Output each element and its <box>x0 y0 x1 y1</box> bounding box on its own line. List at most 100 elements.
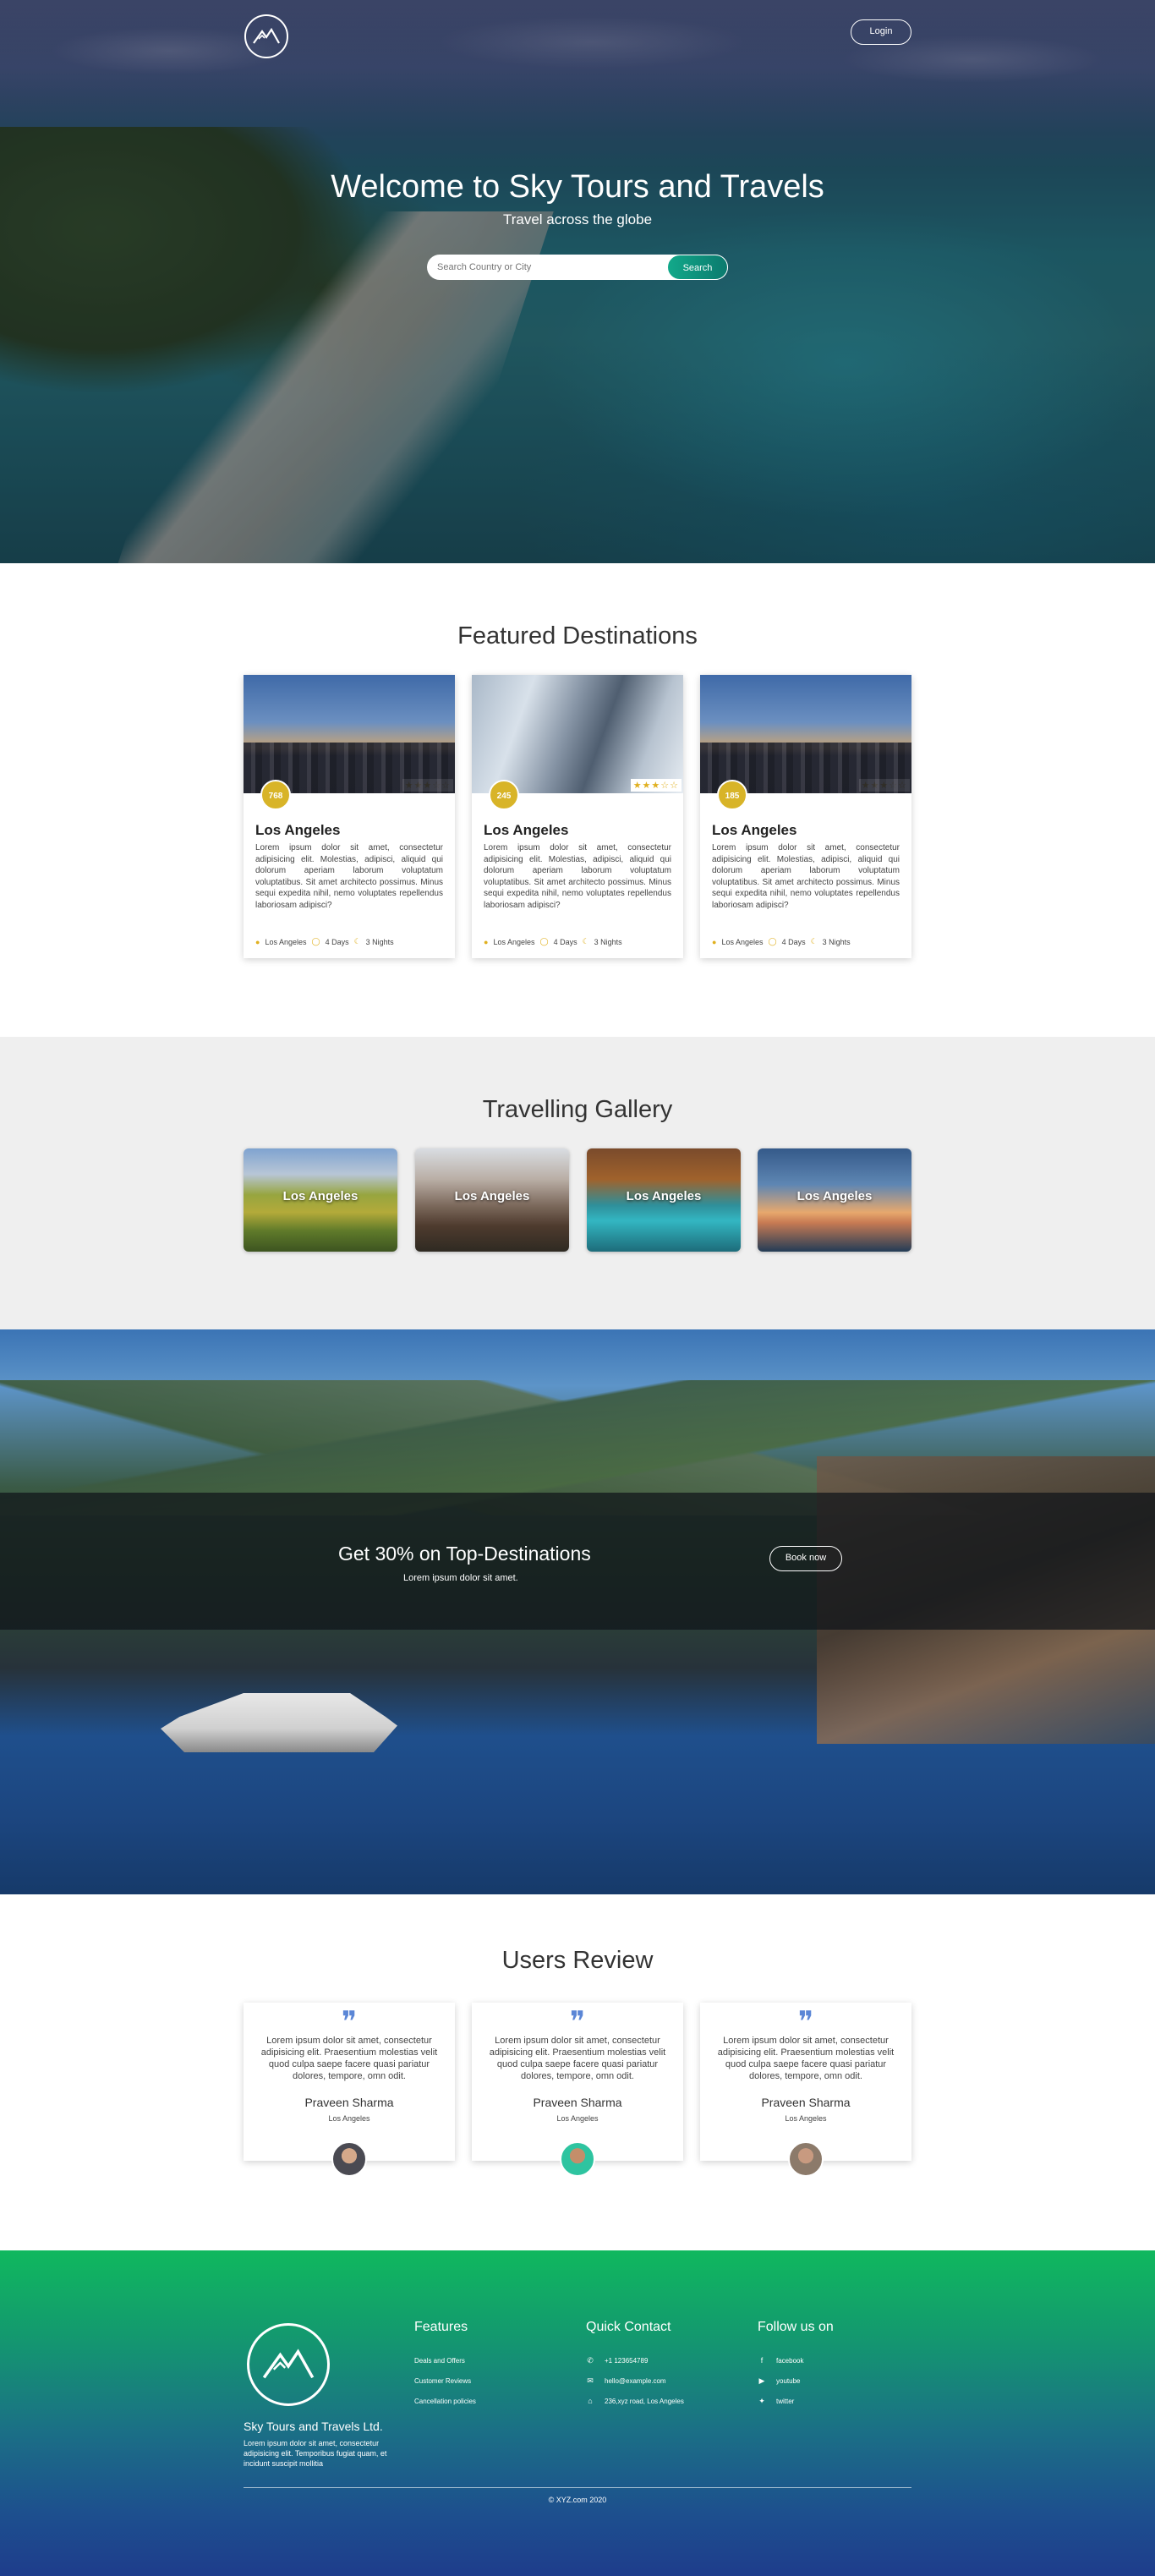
copyright: © XYZ.com 2020 <box>548 2496 607 2504</box>
youtube-icon: ▶ <box>758 2376 765 2385</box>
contact-address: ⌂ 236,xyz road, Los Angeles <box>586 2391 684 2411</box>
search-button[interactable]: Search <box>667 255 728 280</box>
star-rating: ★★★☆☆ <box>858 779 910 792</box>
moon-icon: ☾ <box>582 937 589 945</box>
gallery-item[interactable]: Los Angeles <box>758 1148 911 1252</box>
reviewer-name: Praveen Sharma <box>761 2096 851 2109</box>
avatar <box>560 2141 595 2177</box>
mountain-logo-icon[interactable] <box>247 2323 330 2406</box>
star-rating: ★★★☆☆ <box>402 779 453 792</box>
star-rating: ★★★☆☆ <box>630 779 682 792</box>
price-badge: 768 <box>260 780 291 810</box>
book-now-button[interactable]: Book now <box>769 1546 842 1571</box>
contact-title: Quick Contact <box>586 2320 671 2334</box>
review-card: ❞ Lorem ipsum dolor sit amet, consectetu… <box>472 2003 683 2177</box>
hero-section: Login Welcome to Sky Tours and Travels T… <box>0 0 1155 563</box>
trip-days: 4 Days <box>781 937 806 946</box>
clock-icon: ◯ <box>311 937 320 945</box>
trip-days: 4 Days <box>553 937 578 946</box>
destination-image: ★★★☆☆ <box>244 675 455 793</box>
trip-place: Los Angeles <box>493 937 535 946</box>
footer-divider <box>244 2487 911 2488</box>
reviewer-location: Los Angeles <box>556 2114 599 2123</box>
quote-icon: ❞ <box>797 2005 814 2039</box>
facebook-text: facebook <box>776 2356 804 2365</box>
location-pin-icon: ● <box>712 937 717 946</box>
search-input[interactable] <box>427 255 664 280</box>
hero-title: Welcome to Sky Tours and Travels <box>331 169 824 205</box>
location-pin-icon: ● <box>484 937 489 946</box>
reviewer-name: Praveen Sharma <box>304 2096 394 2109</box>
gallery-item[interactable]: Los Angeles <box>587 1148 741 1252</box>
follow-column: Follow us on f facebook ▶ youtube ✦ twitter <box>758 2320 834 2411</box>
trip-place: Los Angeles <box>265 937 307 946</box>
clock-icon: ◯ <box>768 937 777 945</box>
price-badge: 245 <box>489 780 519 810</box>
gallery-label: Los Angeles <box>796 1189 873 1203</box>
review-text: Lorem ipsum dolor sit amet, consectetur … <box>260 2036 438 2081</box>
destination-card[interactable]: ★★★☆☆ 768 Los Angeles Lorem ipsum dolor … <box>244 675 455 958</box>
trip-days: 4 Days <box>325 937 349 946</box>
facebook-icon: f <box>760 2356 764 2365</box>
promo-section: Get 30% on Top-Destinations Lorem ipsum … <box>0 1329 1155 1894</box>
gallery-label: Los Angeles <box>282 1189 359 1203</box>
trip-place: Los Angeles <box>721 937 764 946</box>
reviewer-location: Los Angeles <box>785 2114 827 2123</box>
destination-card[interactable]: ★★★☆☆ 185 Los Angeles Lorem ipsum dolor … <box>700 675 911 958</box>
featured-section: Featured Destinations ★★★☆☆ 768 Los Ange… <box>0 563 1155 1037</box>
gallery-title: Travelling Gallery <box>482 1096 673 1123</box>
email-text: hello@example.com <box>605 2376 666 2385</box>
company-name: Sky Tours and Travels Ltd. <box>244 2420 383 2433</box>
footer-link[interactable]: Deals and Offers <box>414 2350 476 2370</box>
gallery-label: Los Angeles <box>626 1189 702 1203</box>
login-button[interactable]: Login <box>851 19 911 45</box>
trip-meta: ● Los Angeles ◯ 4 Days ☾ 3 Nights <box>484 937 622 946</box>
features-column: Features Deals and Offers Customer Revie… <box>414 2320 476 2411</box>
company-description: Lorem ipsum dolor sit amet, consectetur … <box>244 2439 387 2468</box>
gallery-label: Los Angeles <box>454 1189 530 1203</box>
footer-link[interactable]: Cancellation policies <box>414 2391 476 2411</box>
quote-icon: ❞ <box>341 2005 358 2039</box>
follow-title: Follow us on <box>758 2320 834 2334</box>
contact-email[interactable]: ✉ hello@example.com <box>586 2370 684 2391</box>
mountain-logo-icon[interactable] <box>244 14 288 58</box>
promo-title: Get 30% on Top-Destinations <box>338 1543 591 1565</box>
clock-icon: ◯ <box>539 937 549 945</box>
gallery-section: Travelling Gallery Los Angeles Los Angel… <box>0 1037 1155 1329</box>
destination-card[interactable]: ★★★☆☆ 245 Los Angeles Lorem ipsum dolor … <box>472 675 683 958</box>
trip-meta: ● Los Angeles ◯ 4 Days ☾ 3 Nights <box>255 937 394 946</box>
phone-text: +1 123654789 <box>605 2356 649 2365</box>
promo-subtitle: Lorem ipsum dolor sit amet. <box>403 1573 518 1583</box>
contact-phone[interactable]: ✆ +1 123654789 <box>586 2350 684 2370</box>
destination-description: Lorem ipsum dolor sit amet, consectetur … <box>255 843 443 910</box>
destination-image: ★★★☆☆ <box>700 675 911 793</box>
twitter-text: twitter <box>776 2397 795 2405</box>
destination-image: ★★★☆☆ <box>472 675 683 793</box>
quote-icon: ❞ <box>569 2005 586 2039</box>
gallery-item[interactable]: Los Angeles <box>244 1148 397 1252</box>
reviews-section: Users Review ❞ Lorem ipsum dolor sit ame… <box>0 1894 1155 2250</box>
location-pin-icon: ● <box>255 937 260 946</box>
features-title: Features <box>414 2320 468 2334</box>
trip-nights: 3 Nights <box>822 937 851 946</box>
footer-link[interactable]: Customer Reviews <box>414 2370 476 2391</box>
search-bar: Search <box>427 255 728 280</box>
reviewer-location: Los Angeles <box>328 2114 370 2123</box>
footer: Sky Tours and Travels Ltd. Lorem ipsum d… <box>0 2250 1155 2576</box>
avatar <box>331 2141 367 2177</box>
trip-nights: 3 Nights <box>594 937 622 946</box>
facebook-link[interactable]: f facebook <box>758 2350 834 2370</box>
moon-icon: ☾ <box>353 937 361 945</box>
address-text: 236,xyz road, Los Angeles <box>605 2397 684 2405</box>
review-text: Lorem ipsum dolor sit amet, consectetur … <box>717 2036 895 2081</box>
reviews-title: Users Review <box>501 1947 654 1974</box>
trip-meta: ● Los Angeles ◯ 4 Days ☾ 3 Nights <box>712 937 851 946</box>
phone-icon: ✆ <box>587 2355 594 2365</box>
destination-name: Los Angeles <box>255 822 341 838</box>
home-icon: ⌂ <box>588 2397 593 2405</box>
hero-subtitle: Travel across the globe <box>502 211 653 227</box>
gallery-item[interactable]: Los Angeles <box>415 1148 569 1252</box>
youtube-link[interactable]: ▶ youtube <box>758 2370 834 2391</box>
destination-description: Lorem ipsum dolor sit amet, consectetur … <box>712 843 900 910</box>
twitter-link[interactable]: ✦ twitter <box>758 2391 834 2411</box>
